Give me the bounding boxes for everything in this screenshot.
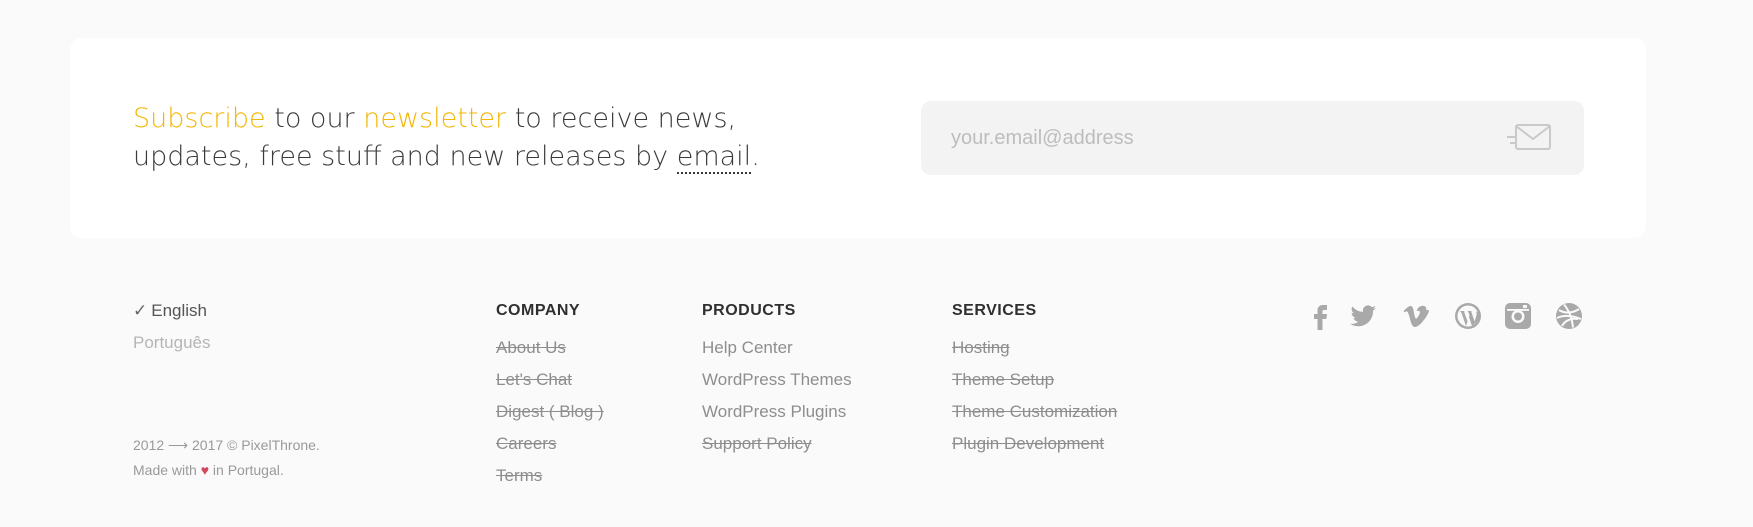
made-with-text: in Portugal. — [209, 462, 284, 478]
copyright-line: 2012 ⟶ 2017 © PixelThrone. — [133, 437, 320, 453]
link-theme-customization[interactable]: Theme Customization — [952, 402, 1117, 421]
link-hosting[interactable]: Hosting — [952, 338, 1010, 357]
newsletter-text: Subscribe to our newsletter to receive n… — [133, 100, 793, 176]
newsletter-word: newsletter — [363, 103, 507, 134]
language-label: English — [151, 301, 208, 320]
products-column: PRODUCTS Help Center WordPress Themes Wo… — [702, 301, 852, 460]
facebook-icon[interactable] — [1306, 301, 1336, 331]
dribbble-icon[interactable] — [1554, 301, 1584, 331]
newsletter-card: Subscribe to our newsletter to receive n… — [70, 38, 1646, 238]
email-form — [921, 101, 1584, 175]
link-wordpress-plugins[interactable]: WordPress Plugins — [702, 402, 846, 421]
newsletter-text-part: to our — [265, 103, 364, 134]
language-english[interactable]: ✓ English — [133, 301, 207, 321]
made-with-line: Made with ♥ in Portugal. — [133, 458, 320, 483]
newsletter-text-part: . — [751, 141, 760, 172]
vimeo-icon[interactable] — [1401, 301, 1431, 331]
services-heading: SERVICES — [952, 302, 1037, 319]
send-button[interactable] — [1504, 121, 1554, 155]
services-column: SERVICES Hosting Theme Setup Theme Custo… — [952, 301, 1117, 460]
email-word: email — [676, 141, 752, 174]
link-blog[interactable]: Digest ( Blog ) — [496, 402, 604, 421]
link-plugin-development[interactable]: Plugin Development — [952, 434, 1104, 453]
twitter-icon[interactable] — [1348, 301, 1378, 331]
company-column: COMPANY About Us Let's Chat Digest ( Blo… — [496, 301, 604, 492]
link-lets-chat[interactable]: Let's Chat — [496, 370, 572, 389]
made-with-text: Made with — [133, 462, 201, 478]
heart-icon: ♥ — [200, 462, 210, 478]
company-heading: COMPANY — [496, 302, 581, 319]
link-terms[interactable]: Terms — [496, 466, 542, 485]
envelope-send-icon — [1507, 124, 1551, 150]
email-input[interactable] — [951, 123, 1491, 153]
subscribe-word: Subscribe — [133, 103, 266, 134]
link-about-us[interactable]: About Us — [496, 338, 566, 357]
wordpress-icon[interactable] — [1453, 301, 1483, 331]
link-help-center[interactable]: Help Center — [702, 338, 793, 357]
link-theme-setup[interactable]: Theme Setup — [952, 370, 1054, 389]
link-wordpress-themes[interactable]: WordPress Themes — [702, 370, 852, 389]
link-support-policy[interactable]: Support Policy — [702, 434, 812, 453]
instagram-icon[interactable] — [1503, 301, 1533, 331]
link-careers[interactable]: Careers — [496, 434, 556, 453]
products-heading: PRODUCTS — [702, 302, 796, 319]
copyright: 2012 ⟶ 2017 © PixelThrone. Made with ♥ i… — [133, 433, 320, 483]
language-portuguese[interactable]: Português — [133, 333, 211, 353]
check-icon: ✓ — [133, 301, 148, 320]
